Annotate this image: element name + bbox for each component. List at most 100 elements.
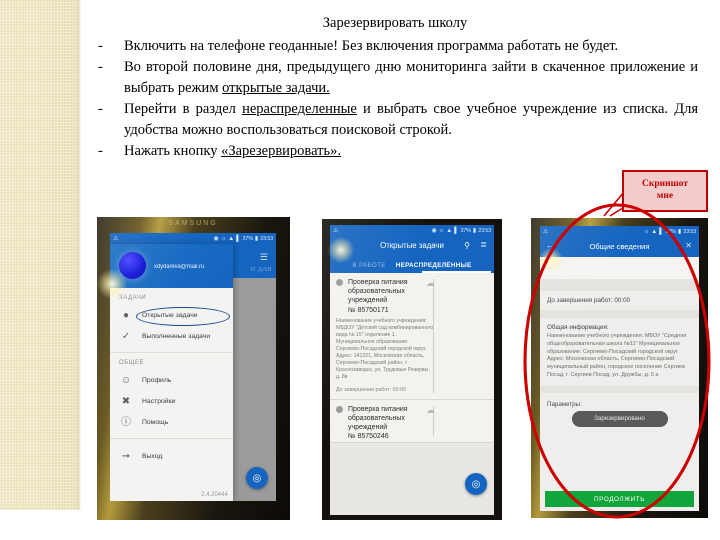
sidebar-item-label: Профиль (142, 377, 172, 384)
deadline-row: До завершения работ: 00:00 (547, 297, 631, 304)
plain-text: Нажать кнопку (124, 143, 222, 160)
list-item: - Перейти в раздел нераспределенные и выб… (92, 99, 698, 140)
wifi-icon: ▲ (446, 227, 453, 234)
map-fab-button[interactable]: ◎ (246, 467, 268, 489)
list-bullet-dash: - (98, 143, 103, 160)
map-fab-button[interactable]: ◎ (465, 473, 487, 495)
card-title-text: Проверка питания образовательных учрежде… (348, 279, 408, 305)
sidebar-item-help[interactable]: ⓘ Помощь (110, 412, 233, 433)
tools-icon: ✖ (121, 395, 131, 407)
location-pin-icon: ◎ (252, 472, 262, 484)
underlined-term: «Зарезервировать». (221, 143, 341, 160)
instruction-block: Зарезервировать школу - Включить на телеф… (92, 14, 698, 163)
warning-triangle-icon: ⚠ (113, 235, 119, 242)
bluetooth-icon: ☼ (220, 235, 227, 242)
cloud-icon: ☁ (425, 278, 435, 288)
cloud-icon: ☁ (425, 404, 435, 415)
sidebar-item-profile[interactable]: ☺ Профиль (110, 370, 233, 391)
phone-photo-task-list: ⚠ ◉ ☼ ▲ ▌ 37% ▮ 23:53 Открытые задачи ⚲ … (322, 219, 502, 520)
table-row[interactable]: ☁ Проверка питания образовательных учреж… (330, 399, 494, 444)
details-spacer (540, 257, 699, 279)
phone2-screen: ⚠ ◉ ☼ ▲ ▌ 37% ▮ 23:53 Открытые задачи ⚲ … (330, 225, 494, 515)
app-version: 2.4.20444 (201, 492, 228, 498)
phone3-appbar: ← Общие сведения ✕ (540, 237, 699, 257)
bluetooth-icon: ☼ (438, 227, 445, 234)
sidebar-item-logout[interactable]: ➞ Выход (110, 446, 233, 467)
phone1-screen: ⚠ ◉ ☼ ▲ ▌ 37% ▮ 23:53 ☰ Н ДЛЯ xdydareva@… (110, 233, 276, 501)
drawer-section-label-general: ОБЩЕЕ (119, 360, 145, 366)
filter-icon[interactable]: ≣ (480, 240, 487, 249)
bluetooth-icon: ☼ (643, 228, 650, 235)
hamburger-menu-icon[interactable]: ☰ (260, 252, 268, 263)
battery-percent: 37% (460, 227, 472, 234)
sidebar-item-completed-tasks[interactable]: ✓ Выполненные задачи (110, 326, 233, 347)
wifi-icon: ▲ (651, 228, 658, 235)
instruction-list: - Включить на телефоне геоданные! Без вкл… (92, 36, 698, 162)
signal-bars-icon: ▌ (236, 235, 241, 242)
continue-button[interactable]: ПРОДОЛЖИТЬ (545, 491, 694, 507)
tab-unassigned[interactable]: НЕРАСПРЕДЕЛЁННЫЕ (396, 262, 472, 269)
check-circle-icon: ✓ (121, 330, 131, 342)
page-title: Зарезервировать школу (322, 15, 468, 31)
navigation-drawer: xdydareva@mail.ru ЗАДАЧИ ● Открытые зада… (110, 244, 233, 501)
list-item-text: Включить на телефоне геоданные! Без вклю… (124, 36, 698, 57)
logout-icon: ➞ (121, 450, 131, 462)
battery-icon: ▮ (254, 236, 259, 242)
status-bar: ⚠ ◉ ☼ ▲ ▌ 37% ▮ 23:53 (330, 225, 494, 236)
phone3-screen: ⚠ ☼ ▲ ▌ 37% ▮ 23:53 ← Общие сведения ✕ Д… (540, 226, 699, 511)
status-bar: ⚠ ☼ ▲ ▌ 37% ▮ 23:53 (540, 226, 699, 237)
plain-text: Перейти в раздел (124, 101, 243, 118)
phone-brand-label: SAMSUNG (168, 220, 218, 227)
avatar[interactable] (119, 252, 146, 279)
sidebar-item-label: Помощь (142, 419, 169, 426)
close-icon[interactable]: ✕ (685, 241, 692, 250)
list-item: - Нажать кнопку «Зарезервировать». (92, 141, 698, 162)
list-item-text: Во второй половине дня, предыдущего дню … (124, 57, 698, 98)
list-item: - Во второй половине дня, предыдущего дню… (92, 57, 698, 98)
phone1-appbar-ghost-text: Н ДЛЯ (250, 266, 272, 273)
section-band-1 (540, 279, 699, 291)
location-pin-icon: ◉ (213, 236, 219, 242)
highlight-ellipse (136, 307, 230, 326)
section-band-3 (540, 385, 699, 393)
card-header: Проверка питания образовательных учрежде… (330, 400, 494, 443)
appbar-title: Общие сведения (589, 242, 650, 251)
drawer-header: xdydareva@mail.ru (110, 244, 233, 288)
phone-photo-drawer: SAMSUNG ⚠ ◉ ☼ ▲ ▌ 37% ▮ 23:53 ☰ Н ДЛЯ xd… (97, 217, 290, 520)
account-email: xdydareva@mail.ru (154, 264, 205, 270)
battery-percent: 37% (242, 235, 254, 242)
list-item: - Включить на телефоне геоданные! Без вкл… (92, 36, 698, 57)
section-band-2 (540, 310, 699, 318)
table-row[interactable]: ☁ Проверка питания образовательных учреж… (330, 273, 494, 400)
sidebar-item-settings[interactable]: ✖ Настройки (110, 391, 233, 412)
card-number: № 85750246 (348, 433, 389, 441)
card-deadline: До завершения работ: 00:00 (336, 386, 406, 393)
warning-triangle-icon: ⚠ (543, 228, 549, 235)
info-text: Наименование учебного учреждения: МБОУ "… (547, 333, 687, 378)
sidebar-item-label: Выполненные задачи (142, 333, 211, 340)
callout-line-1: Скриншот (642, 179, 688, 190)
list-bullet-dash: - (98, 59, 103, 76)
underlined-term: нераспределенные (242, 101, 357, 118)
battery-icon: ▮ (472, 228, 477, 234)
sidebar-item-label: Выход (142, 453, 163, 460)
warning-triangle-icon: ⚠ (333, 227, 339, 234)
tab-bar: В РАБОТЕ НЕРАСПРЕДЕЛЁННЫЕ (330, 258, 494, 273)
list-bullet-dash: - (98, 37, 103, 54)
status-bar: ⚠ ◉ ☼ ▲ ▌ 37% ▮ 23:53 (110, 233, 276, 244)
status-badge (336, 405, 343, 413)
list-bullet-dash: - (98, 101, 103, 118)
reserved-button[interactable]: Зарезервировано (571, 410, 668, 427)
status-clock: 23:53 (683, 228, 696, 235)
location-pin-icon: ◉ (431, 228, 437, 234)
sidebar-item-open-tasks[interactable]: ● Открытые задачи (110, 305, 233, 326)
status-clock: 23:53 (478, 227, 491, 234)
search-icon[interactable]: ⚲ (464, 241, 470, 250)
list-item-text: Перейти в раздел нераспределенные и выбр… (124, 99, 698, 140)
screenshot-callout: Скриншот мне (622, 170, 708, 212)
tab-in-progress[interactable]: В РАБОТЕ (352, 262, 385, 269)
sidebar-item-label: Настройки (142, 398, 176, 405)
params-label: Параметры: (547, 400, 582, 408)
location-pin-icon: ◎ (471, 478, 481, 490)
underlined-term: открытые задачи. (222, 79, 330, 96)
